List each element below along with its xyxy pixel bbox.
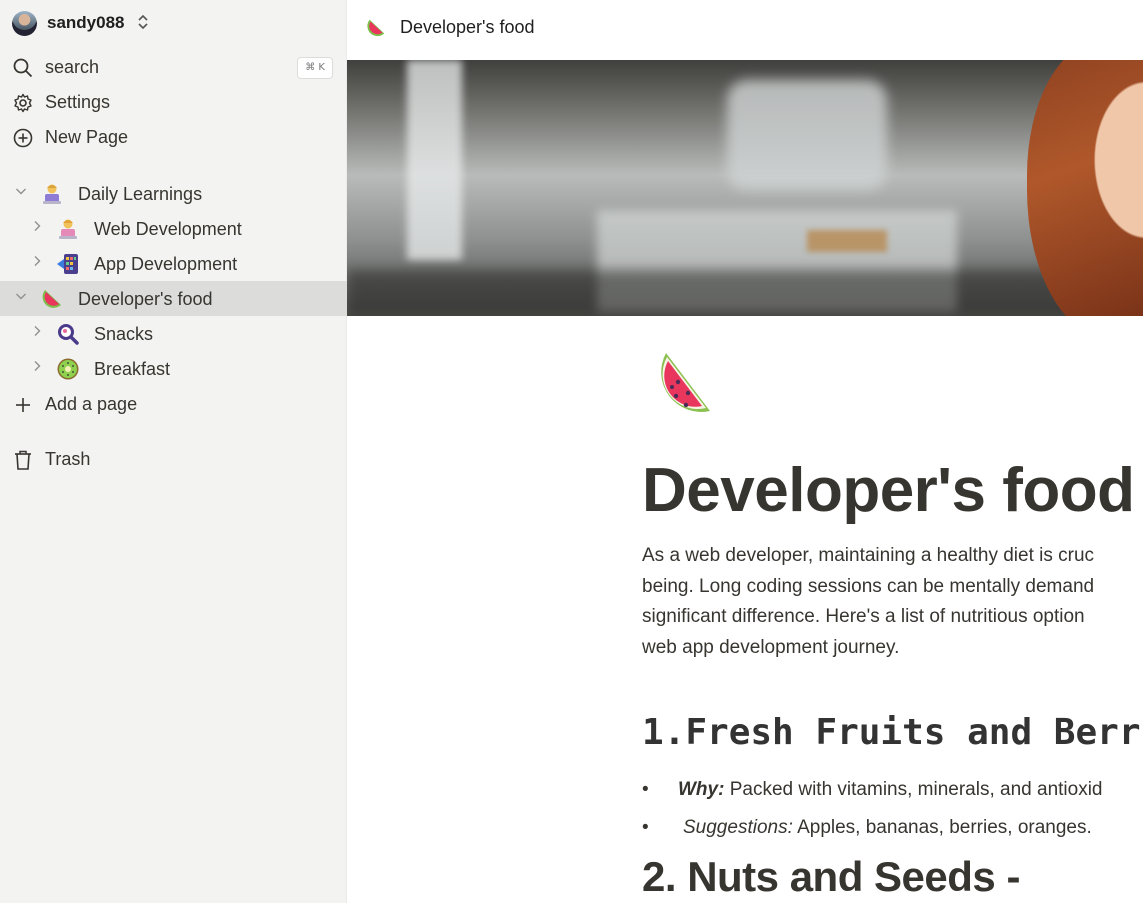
chevron-right-icon[interactable] — [30, 360, 44, 376]
add-page-label: Add a page — [45, 394, 138, 414]
trash-icon — [12, 449, 34, 471]
tree-label: App Development — [94, 254, 238, 274]
trash-button[interactable]: Trash — [0, 442, 347, 477]
intro-line: As a web developer, maintaining a health… — [642, 545, 1095, 566]
bullet-label: Why: — [678, 779, 725, 800]
tree-item-breakfast[interactable]: Breakfast — [0, 351, 347, 386]
watermelon-icon — [365, 17, 387, 39]
intro-line: significant difference. Here's a list of… — [642, 606, 1085, 627]
tree-label: Web Development — [94, 219, 242, 239]
cover-image[interactable] — [347, 60, 1143, 316]
tree-label: Snacks — [94, 324, 154, 344]
chevron-right-icon[interactable] — [30, 325, 44, 341]
plus-circle-icon — [12, 127, 34, 149]
section-heading-nuts[interactable]: 2. Nuts and Seeds - — [642, 853, 1020, 901]
tree-item-app-development[interactable]: App Development — [0, 246, 347, 281]
mobile-app-icon — [56, 252, 80, 276]
tree-label: Daily Learnings — [78, 184, 203, 204]
tree-label: Breakfast — [94, 359, 171, 379]
person-laptop-icon — [56, 217, 80, 241]
kiwi-icon — [56, 357, 80, 381]
section-heading-fruits[interactable]: 1.Fresh Fruits and Berr — [642, 712, 1141, 753]
new-page-button[interactable]: New Page — [0, 120, 347, 155]
bullet-dot: • — [642, 817, 649, 838]
tree-label: Developer's food — [78, 289, 213, 309]
settings-label: Settings — [45, 92, 111, 112]
bullet-dot: • — [642, 779, 649, 800]
gear-icon — [12, 92, 34, 114]
watermelon-icon — [40, 287, 64, 311]
chevron-down-icon[interactable] — [14, 290, 28, 306]
new-page-label: New Page — [45, 127, 129, 147]
tree-item-developers-food[interactable]: Developer's food — [0, 281, 347, 316]
intro-paragraph[interactable]: As a web developer, maintaining a health… — [642, 541, 1143, 663]
username: sandy088 — [47, 13, 125, 32]
trash-label: Trash — [45, 449, 91, 469]
add-page-button[interactable]: Add a page — [0, 387, 347, 422]
bullet-text: Packed with vitamins, minerals, and anti… — [724, 779, 1103, 800]
page-icon-watermelon[interactable] — [650, 345, 734, 425]
search-button[interactable]: search ⌘ K — [0, 50, 347, 85]
intro-line: web app development journey. — [642, 636, 900, 658]
bullet-label: Suggestions: — [683, 817, 793, 838]
breadcrumb[interactable]: Developer's food — [400, 17, 535, 38]
page-title[interactable]: Developer's food — [642, 455, 1135, 526]
bullet-text: Apples, bananas, berries, oranges. — [792, 817, 1092, 838]
chevron-down-icon[interactable] — [14, 185, 28, 201]
tree-item-web-development[interactable]: Web Development — [0, 211, 347, 246]
tree-item-snacks[interactable]: Snacks — [0, 316, 347, 351]
settings-button[interactable]: Settings — [0, 85, 347, 120]
tree-item-daily-learnings[interactable]: Daily Learnings — [0, 176, 347, 211]
chevron-right-icon[interactable] — [30, 255, 44, 271]
workspace-switcher[interactable]: sandy088 — [12, 10, 149, 36]
search-label: search — [45, 57, 100, 77]
avatar — [12, 10, 37, 36]
chevron-up-down-icon — [137, 14, 149, 32]
person-laptop-icon — [40, 182, 64, 206]
page-header: Developer's food — [347, 0, 1143, 60]
chevron-right-icon[interactable] — [30, 220, 44, 236]
search-icon — [12, 57, 34, 79]
plus-icon — [12, 394, 34, 416]
sidebar: sandy088 search ⌘ K Settings New Page Da… — [0, 0, 347, 903]
intro-line: being. Long coding sessions can be menta… — [642, 575, 1095, 597]
magnifier-icon — [56, 322, 80, 346]
search-shortcut: ⌘ K — [297, 57, 333, 79]
